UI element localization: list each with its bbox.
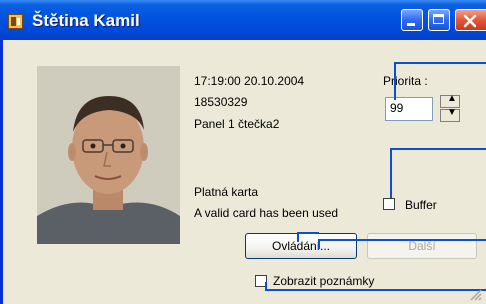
minimize-button[interactable] <box>401 9 423 31</box>
spin-down-icon: ▼ <box>447 107 457 118</box>
callout-notes-v <box>265 282 267 291</box>
resize-grip-icon[interactable] <box>470 289 482 301</box>
close-button[interactable] <box>455 9 486 31</box>
title-bar[interactable]: Štětina Kamil <box>0 0 486 40</box>
callout-priority-v <box>394 62 396 100</box>
app-icon <box>8 14 23 29</box>
callout-buffer-h <box>390 148 486 150</box>
window-title: Štětina Kamil <box>32 11 140 30</box>
priority-label: Priorita : <box>383 74 428 88</box>
close-icon <box>463 14 477 28</box>
callout-control-h <box>318 239 486 241</box>
callout-buffer-v <box>390 148 392 198</box>
buffer-label: Buffer <box>405 198 437 212</box>
callout-notes-h <box>265 289 486 291</box>
maximize-button[interactable] <box>428 9 450 31</box>
callout-control-v <box>318 239 320 249</box>
card-status-en: A valid card has been used <box>194 206 339 220</box>
user-photo <box>37 66 180 244</box>
spin-up-icon: ▲ <box>447 93 457 104</box>
event-timestamp: 17:19:00 20.10.2004 <box>194 74 305 88</box>
priority-spin-down[interactable]: ▼ <box>440 107 460 122</box>
callout-priority-h <box>394 62 486 64</box>
card-status: Platná karta <box>194 185 259 199</box>
control-button[interactable]: Ovládání... <box>245 233 357 259</box>
card-number: 18530329 <box>194 95 248 109</box>
notes-label: Zobrazit poznámky <box>273 274 375 288</box>
next-button[interactable]: Další <box>367 233 477 259</box>
priority-input[interactable]: 99 <box>385 97 433 121</box>
reader-name: Panel 1 čtečka2 <box>194 117 280 131</box>
dialog-window: Štětina Kamil 17:19:00 20.10.2004 185303… <box>0 0 486 304</box>
callout-status-h <box>297 232 319 234</box>
buffer-checkbox[interactable] <box>383 198 395 210</box>
